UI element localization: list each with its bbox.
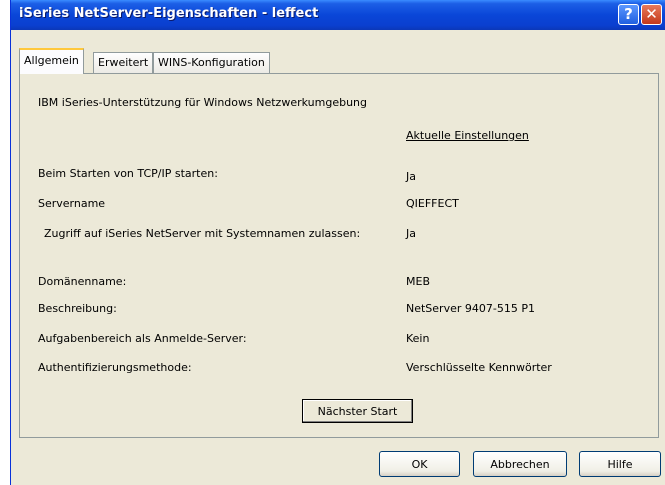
current-settings-header: Aktuelle Einstellungen: [406, 129, 529, 142]
field-label-logon-server: Aufgabenbereich als Anmelde-Server:: [38, 332, 247, 345]
help-icon[interactable]: ?: [618, 4, 639, 25]
field-value-servername: QIEFFECT: [406, 197, 459, 210]
field-value-auth-method: Verschlüsselte Kennwörter: [406, 361, 552, 374]
field-label-servername: Servername: [38, 197, 106, 210]
window-title: iSeries NetServer-Eigenschaften - leffec…: [19, 6, 319, 21]
next-start-button[interactable]: Nächster Start: [302, 399, 413, 423]
tab-wins-konfiguration[interactable]: WINS-Konfiguration: [153, 52, 270, 73]
description-text: IBM iSeries-Unterstützung für Windows Ne…: [38, 96, 367, 109]
field-value-description: NetServer 9407-515 P1: [406, 302, 535, 315]
field-label-auth-method: Authentifizierungsmethode:: [38, 361, 192, 374]
help-button[interactable]: Hilfe: [579, 451, 661, 477]
field-label-description: Beschreibung:: [38, 302, 117, 315]
tab-panel-general: IBM iSeries-Unterstützung für Windows Ne…: [19, 73, 659, 438]
close-icon[interactable]: ✕: [641, 4, 662, 25]
cancel-button[interactable]: Abbrechen: [473, 451, 567, 477]
field-label-system-name-access: Zugriff auf iSeries NetServer mit System…: [44, 227, 361, 240]
field-label-domain: Domänenname:: [38, 275, 127, 288]
tab-erweitert[interactable]: Erweitert: [93, 52, 154, 73]
ok-button[interactable]: OK: [379, 451, 460, 477]
field-value-domain: MEB: [406, 275, 430, 288]
field-value-tcpip-start: Ja: [406, 170, 416, 183]
field-value-system-name-access: Ja: [406, 227, 416, 240]
field-label-tcpip-start: Beim Starten von TCP/IP starten:: [38, 167, 218, 180]
field-value-logon-server: Kein: [406, 332, 430, 345]
title-bar[interactable]: iSeries NetServer-Eigenschaften - leffec…: [11, 0, 665, 30]
tab-allgemein[interactable]: Allgemein: [19, 48, 84, 74]
dialog-window: iSeries NetServer-Eigenschaften - leffec…: [10, 0, 665, 485]
